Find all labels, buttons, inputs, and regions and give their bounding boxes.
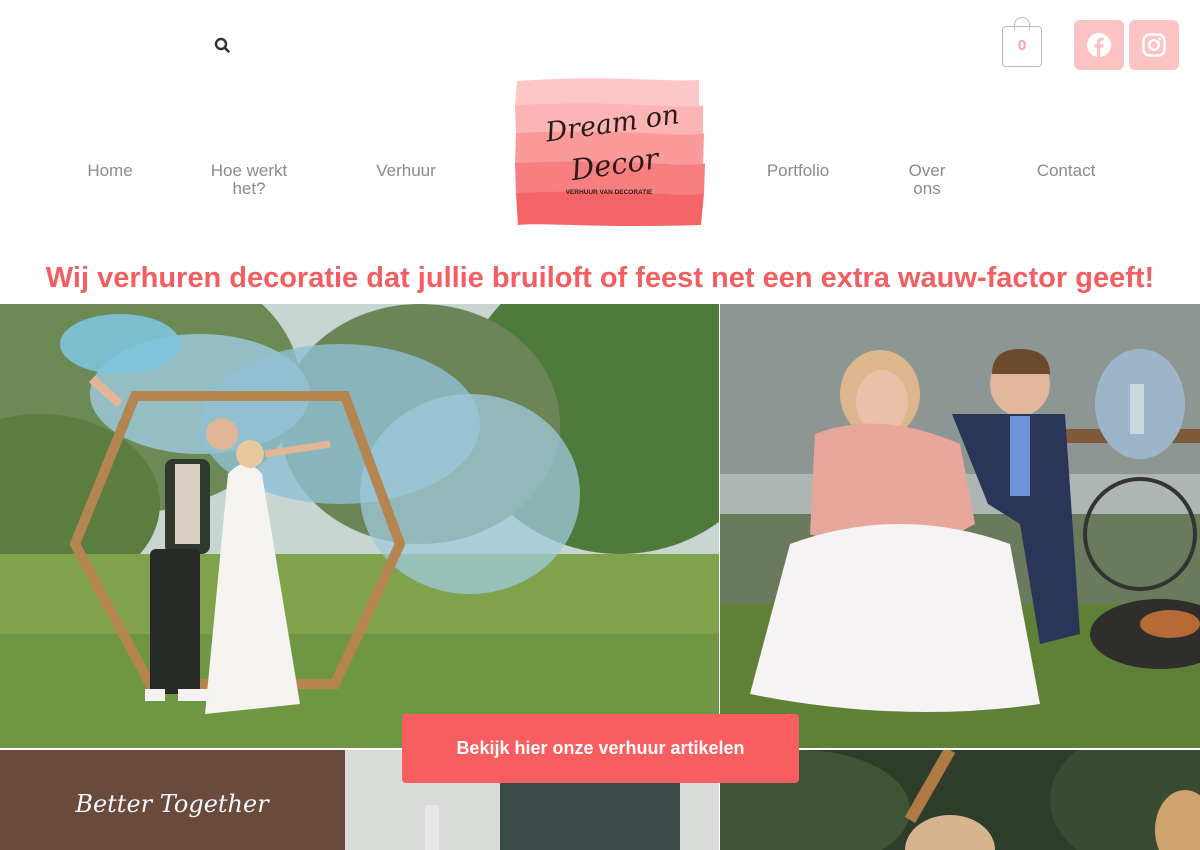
search-icon [214,37,230,53]
nav-how-it-works[interactable]: Hoe werkt het? [200,162,298,198]
instagram-link[interactable] [1129,20,1179,70]
logo-subtitle: VERHUUR VAN DECORATIE [566,189,653,196]
search-button[interactable] [210,33,236,59]
cart-button[interactable]: 0 [1002,17,1042,67]
nav-about[interactable]: Over ons [899,162,955,198]
view-rental-items-button[interactable]: Bekijk hier onze verhuur artikelen [402,714,799,783]
site-logo[interactable]: Dream on Decor VERHUUR VAN DECORATIE [513,77,706,229]
nav-home[interactable]: Home [70,162,150,180]
cart-count: 0 [1017,37,1027,54]
nav-rental[interactable]: Verhuur [362,162,450,180]
facebook-link[interactable] [1074,20,1124,70]
hero-tagline: Wij verhuren decoratie dat jullie bruilo… [45,262,1155,294]
hero-photo-couple-firepit [720,304,1200,748]
instagram-icon [1142,33,1166,57]
facebook-icon [1087,33,1111,57]
nav-contact[interactable]: Contact [1026,162,1106,180]
nav-portfolio[interactable]: Portfolio [756,162,840,180]
hero-photo-hexagon-couple [0,304,719,748]
neon-sign-text: Better Together [74,790,270,818]
